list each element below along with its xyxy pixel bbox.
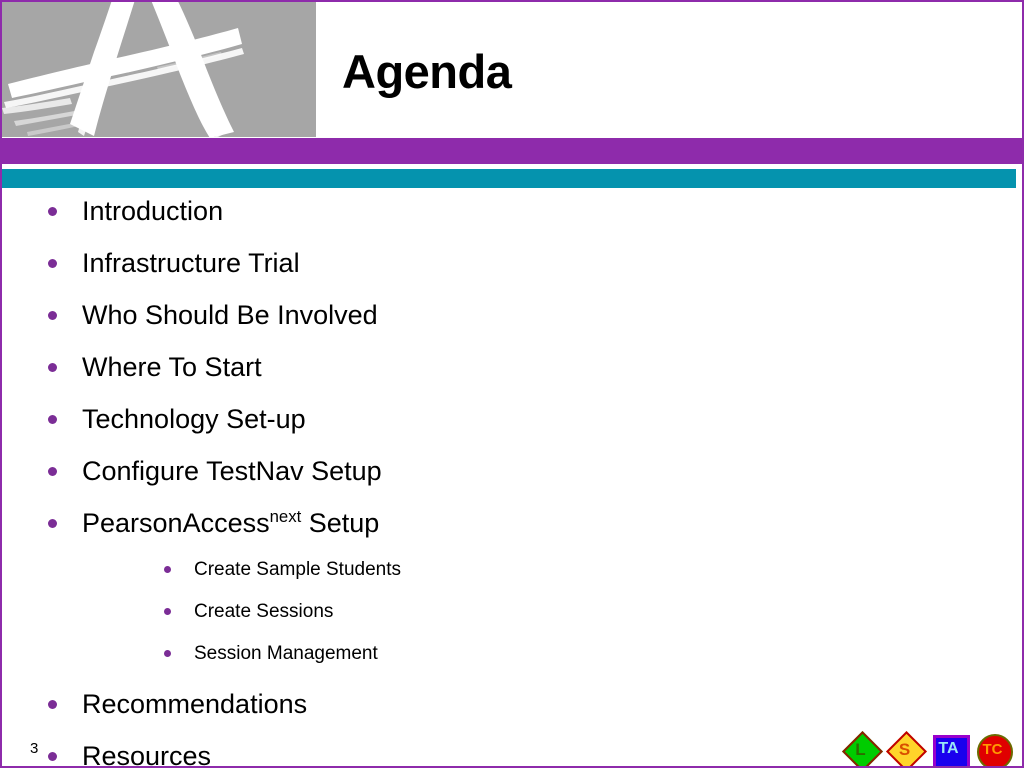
role-badge-group: L S TA TC bbox=[841, 729, 1013, 766]
bullet-icon bbox=[48, 363, 57, 372]
page-number: 3 bbox=[30, 740, 39, 757]
bullet-icon bbox=[164, 650, 171, 657]
agenda-item-label: Introduction bbox=[82, 196, 224, 226]
role-badge-school-icon: S bbox=[885, 730, 928, 766]
agenda-item-infrastructure-trial: Infrastructure Trial bbox=[2, 240, 1022, 286]
purple-divider-bar bbox=[2, 138, 1022, 164]
agenda-subitem-session-management: Session Management bbox=[82, 634, 1022, 673]
role-badge-label: TC bbox=[982, 740, 1003, 758]
bullet-icon bbox=[48, 467, 57, 476]
bullet-icon bbox=[48, 415, 57, 424]
agenda-subitem-create-sessions: Create Sessions bbox=[82, 592, 1022, 631]
agenda-item-label-prefix: PearsonAccess bbox=[82, 508, 270, 538]
agenda-item-label: Who Should Be Involved bbox=[82, 300, 378, 330]
agenda-subitem-label: Create Sessions bbox=[194, 601, 334, 622]
bullet-icon bbox=[48, 259, 57, 268]
bullet-icon bbox=[48, 207, 57, 216]
brushstroke-a-logo-icon bbox=[2, 2, 244, 137]
page-title: Agenda bbox=[342, 45, 512, 98]
agenda-subitem-label: Session Management bbox=[194, 643, 378, 664]
agenda-item-label: Recommendations bbox=[82, 689, 308, 719]
bullet-icon bbox=[164, 608, 171, 615]
agenda-item-label: Where To Start bbox=[82, 352, 262, 382]
agenda-subitem-label: Create Sample Students bbox=[194, 559, 402, 580]
agenda-item-technology-setup: Technology Set-up bbox=[2, 396, 1022, 442]
role-badge-label: TA bbox=[938, 740, 959, 757]
agenda-item-label-suffix: Setup bbox=[301, 508, 380, 538]
agenda-item-introduction: Introduction bbox=[2, 188, 1022, 234]
bullet-icon bbox=[48, 519, 57, 528]
role-badge-test-coordinator-icon: TC bbox=[975, 732, 1013, 766]
role-badge-leader-icon: L bbox=[841, 730, 884, 766]
agenda-sublist: Create Sample Students Create Sessions S… bbox=[82, 550, 1022, 673]
logo-panel bbox=[2, 2, 316, 137]
agenda-item-configure-testnav-setup: Configure TestNav Setup bbox=[2, 448, 1022, 494]
agenda-item-label: Infrastructure Trial bbox=[82, 248, 300, 278]
presentation-slide: Agenda Introduction Infrastructure Trial… bbox=[0, 0, 1024, 768]
bullet-icon bbox=[48, 752, 57, 761]
bullet-icon bbox=[48, 311, 57, 320]
agenda-item-recommendations: Recommendations bbox=[2, 681, 1022, 727]
agenda-item-where-to-start: Where To Start bbox=[2, 344, 1022, 390]
agenda-item-label: Resources bbox=[82, 741, 212, 768]
role-badge-label: L bbox=[855, 739, 866, 759]
agenda-item-label: Technology Set-up bbox=[82, 404, 306, 434]
role-badge-label: S bbox=[898, 739, 911, 759]
agenda-list: Introduction Infrastructure Trial Who Sh… bbox=[2, 188, 1022, 768]
agenda-item-pearsonaccessnext-setup: PearsonAccessnext Setup Create Sample St… bbox=[2, 500, 1022, 673]
agenda-content: Introduction Infrastructure Trial Who Sh… bbox=[2, 188, 1022, 768]
agenda-item-who-should-be-involved: Who Should Be Involved bbox=[2, 292, 1022, 338]
bullet-icon bbox=[164, 566, 171, 573]
agenda-item-label: Configure TestNav Setup bbox=[82, 456, 382, 486]
teal-divider-bar bbox=[2, 169, 1016, 188]
agenda-subitem-create-sample-students: Create Sample Students bbox=[82, 550, 1022, 589]
bullet-icon bbox=[48, 700, 57, 709]
agenda-item-label-superscript: next bbox=[269, 507, 302, 526]
role-badge-test-administrator-icon: TA bbox=[931, 732, 970, 766]
